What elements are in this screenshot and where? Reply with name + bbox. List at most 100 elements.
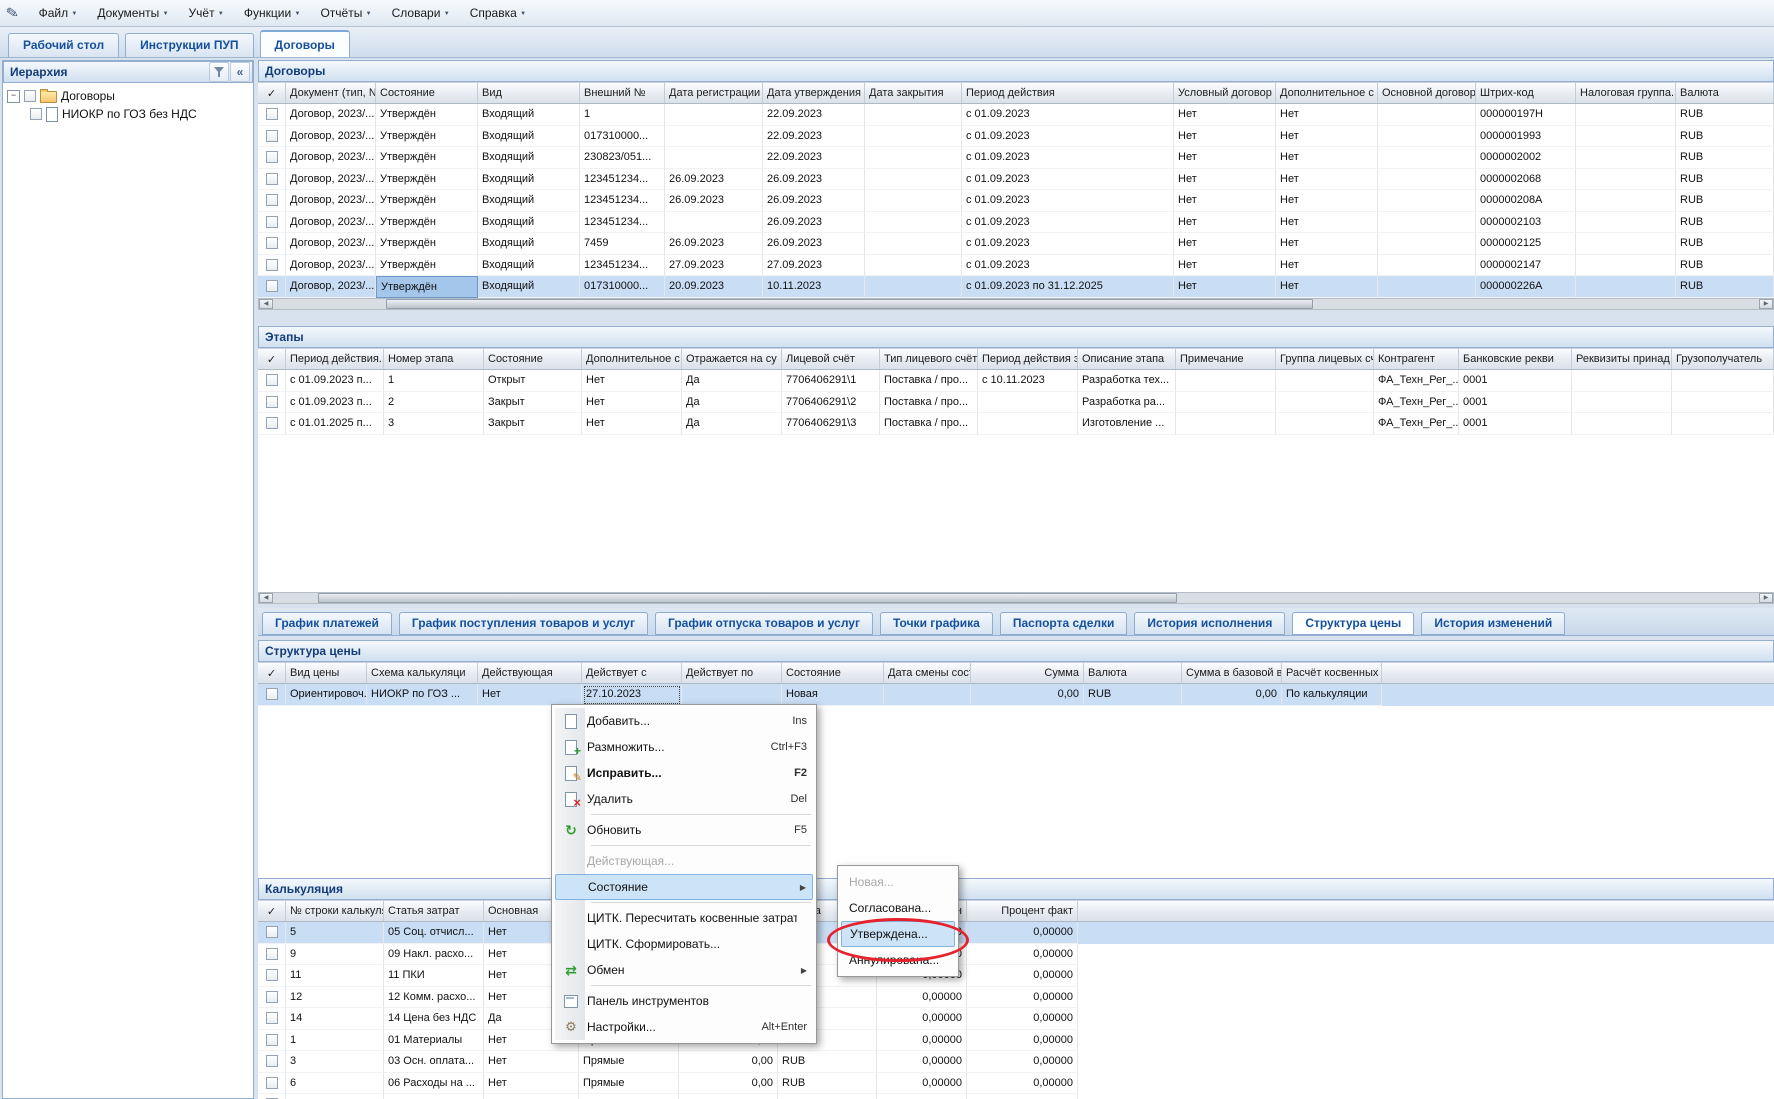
tab[interactable]: Рабочий стол bbox=[8, 33, 119, 57]
menu-item[interactable]: Размножить...Ctrl+F3 bbox=[555, 734, 813, 760]
cell[interactable] bbox=[286, 1094, 384, 1099]
cell[interactable] bbox=[384, 1094, 484, 1099]
cell[interactable]: 26.09.2023 bbox=[665, 190, 763, 212]
cell[interactable]: 01 Материалы bbox=[384, 1030, 484, 1052]
cell[interactable]: с 01.09.2023 п... bbox=[286, 392, 384, 414]
cell[interactable]: Входящий bbox=[478, 212, 580, 234]
section-tab[interactable]: График отпуска товаров и услуг bbox=[655, 612, 873, 635]
cell[interactable] bbox=[484, 1094, 579, 1099]
cell[interactable]: 03 Осн. оплата... bbox=[384, 1051, 484, 1073]
menubar-item[interactable]: Документы ▼ bbox=[87, 3, 178, 23]
cell[interactable]: 000000226А bbox=[1476, 276, 1576, 298]
cell[interactable]: 06 Расходы на ... bbox=[384, 1073, 484, 1095]
cell[interactable]: Нет bbox=[582, 392, 682, 414]
table-row[interactable]: Договор, 2023/...УтверждёнВходящий123451… bbox=[258, 190, 1774, 212]
row-checkbox[interactable] bbox=[266, 280, 278, 292]
cell[interactable]: 017310000... bbox=[580, 276, 665, 298]
cell[interactable]: Договор, 2023/... bbox=[286, 212, 376, 234]
table-row[interactable]: 1414 Цена без НДСДаПрямые0,00RUB0,000000… bbox=[258, 1008, 1774, 1030]
cell[interactable]: Нет bbox=[1276, 255, 1378, 277]
cell[interactable]: Утверждён bbox=[376, 147, 478, 169]
cell[interactable]: Да bbox=[682, 413, 782, 435]
section-tab[interactable]: История исполнения bbox=[1134, 612, 1285, 635]
column-header[interactable]: Расчёт косвенных bbox=[1282, 663, 1382, 684]
cell[interactable]: 0,00000 bbox=[877, 1051, 967, 1073]
cell[interactable] bbox=[579, 1094, 679, 1099]
cell[interactable]: 000000197Н bbox=[1476, 104, 1576, 126]
row-checkbox[interactable] bbox=[266, 130, 278, 142]
cell[interactable] bbox=[665, 212, 763, 234]
cell[interactable]: Прямые bbox=[579, 1073, 679, 1095]
table-row[interactable]: Договор, 2023/...УтверждёнВходящий123451… bbox=[258, 255, 1774, 277]
cell[interactable]: 0,00000 bbox=[967, 1073, 1078, 1095]
cell[interactable]: 05 Соц. отчисл... bbox=[384, 922, 484, 944]
cell[interactable] bbox=[778, 1094, 877, 1099]
cell[interactable] bbox=[258, 370, 286, 392]
cell[interactable]: Открыт bbox=[484, 370, 582, 392]
cell[interactable]: Договор, 2023/... bbox=[286, 104, 376, 126]
cell[interactable]: с 01.09.2023 bbox=[962, 126, 1174, 148]
cell[interactable] bbox=[1276, 392, 1374, 414]
cell[interactable] bbox=[1672, 392, 1774, 414]
tree-expander-icon[interactable]: − bbox=[7, 90, 20, 103]
cell[interactable]: 7459 bbox=[580, 233, 665, 255]
cell[interactable]: 09 Накл. расхо... bbox=[384, 944, 484, 966]
section-tab[interactable]: История изменений bbox=[1421, 612, 1565, 635]
column-header[interactable]: Вид bbox=[478, 83, 580, 104]
menubar-item[interactable]: Файл ▼ bbox=[29, 3, 88, 23]
row-checkbox[interactable] bbox=[266, 969, 278, 981]
menu-item[interactable]: Состояние▶ bbox=[555, 874, 813, 900]
column-header[interactable]: Процент факт bbox=[967, 901, 1078, 922]
cell[interactable] bbox=[1576, 190, 1676, 212]
cell[interactable]: RUB bbox=[1676, 169, 1774, 191]
cell[interactable]: Нет bbox=[1276, 190, 1378, 212]
section-tab[interactable]: Паспорта сделки bbox=[1000, 612, 1128, 635]
cell[interactable]: Договор, 2023/... bbox=[286, 126, 376, 148]
column-header[interactable]: Описание этапа bbox=[1078, 349, 1176, 370]
row-checkbox[interactable] bbox=[266, 1012, 278, 1024]
menu-item[interactable]: Новая... bbox=[841, 869, 955, 895]
cell[interactable]: 017310000... bbox=[580, 126, 665, 148]
column-header[interactable]: Лицевой счёт bbox=[782, 349, 880, 370]
cell[interactable] bbox=[865, 126, 962, 148]
cell[interactable]: Нет bbox=[1174, 169, 1276, 191]
cell[interactable]: RUB bbox=[1676, 276, 1774, 298]
cell[interactable]: RUB bbox=[1676, 126, 1774, 148]
cell[interactable]: Нет bbox=[484, 1051, 579, 1073]
cell[interactable] bbox=[682, 684, 782, 706]
cell[interactable]: с 01.09.2023 bbox=[962, 190, 1174, 212]
cell[interactable] bbox=[665, 147, 763, 169]
table-row[interactable]: Договор, 2023/...УтверждёнВходящий745926… bbox=[258, 233, 1774, 255]
cell[interactable]: 0,00 bbox=[1182, 684, 1282, 706]
tree-item[interactable]: НИОКР по ГОЗ без НДС bbox=[3, 105, 253, 123]
menu-item[interactable]: ⚙Настройки...Alt+Enter bbox=[555, 1014, 813, 1040]
cell[interactable]: 12 Комм. расхо... bbox=[384, 987, 484, 1009]
scrollbar-thumb[interactable] bbox=[386, 299, 1313, 309]
cell[interactable]: Поставка / про... bbox=[880, 413, 978, 435]
cell[interactable]: 0,00000 bbox=[967, 965, 1078, 987]
cell[interactable]: Изготовление ... bbox=[1078, 413, 1176, 435]
cell[interactable]: 0,00000 bbox=[877, 1030, 967, 1052]
column-header[interactable]: Валюта bbox=[1676, 83, 1774, 104]
column-header[interactable]: ✓ bbox=[258, 349, 286, 370]
row-checkbox[interactable] bbox=[266, 417, 278, 429]
cell[interactable] bbox=[258, 104, 286, 126]
cell[interactable]: Нет bbox=[1276, 276, 1378, 298]
scroll-left-icon[interactable]: ◀ bbox=[259, 299, 273, 309]
cell[interactable]: 0001 bbox=[1459, 392, 1572, 414]
cell[interactable] bbox=[1576, 104, 1676, 126]
column-header[interactable]: Статья затрат bbox=[384, 901, 484, 922]
cell[interactable]: 7706406291\1 bbox=[782, 370, 880, 392]
cell[interactable] bbox=[1672, 370, 1774, 392]
menubar-item[interactable]: Словари ▼ bbox=[382, 3, 460, 23]
cell[interactable]: 0,00000 bbox=[967, 1030, 1078, 1052]
cell[interactable] bbox=[679, 1094, 778, 1099]
menu-item[interactable]: Добавить...Ins bbox=[555, 708, 813, 734]
cell[interactable] bbox=[1276, 370, 1374, 392]
cell[interactable]: 0001 bbox=[1459, 370, 1572, 392]
cell[interactable]: 26.09.2023 bbox=[665, 233, 763, 255]
column-header[interactable]: Период действия.. bbox=[286, 349, 384, 370]
cell[interactable] bbox=[258, 233, 286, 255]
menubar-item[interactable]: Учёт ▼ bbox=[179, 3, 234, 23]
column-header[interactable]: Номер этапа bbox=[384, 349, 484, 370]
